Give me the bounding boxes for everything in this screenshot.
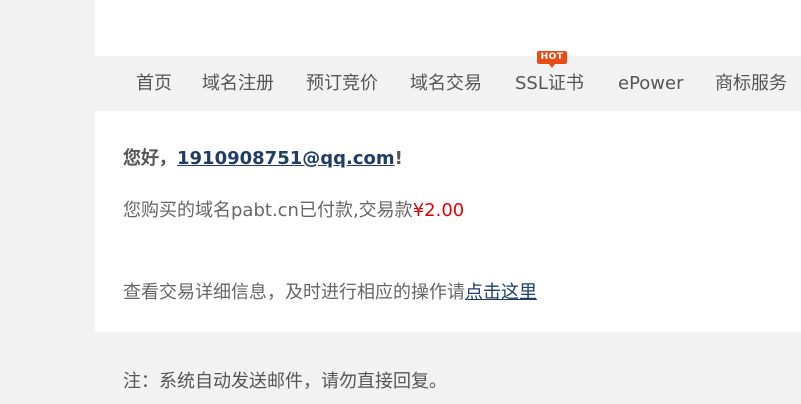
- nav-item-reservation-bidding[interactable]: 预订竞价: [306, 73, 378, 95]
- auto-email-note: 注：系统自动发送邮件，请勿直接回复。: [123, 371, 447, 392]
- nav-item-domain-trade[interactable]: 域名交易: [410, 73, 482, 95]
- nav-item-epower[interactable]: ePower: [618, 73, 684, 95]
- left-margin: [0, 0, 95, 404]
- header-panel: [95, 0, 801, 56]
- nav-item-ssl[interactable]: SSL证书: [515, 73, 584, 95]
- greeting-line: 您好，1910908751@qq.com!: [123, 144, 403, 170]
- email-content: 您好，1910908751@qq.com! 您购买的域名pabt.cn已付款,交…: [95, 111, 801, 332]
- hot-badge: HOT: [537, 51, 567, 68]
- purchase-text: 您购买的域名pabt.cn已付款,交易款: [123, 200, 413, 221]
- purchase-line: 您购买的域名pabt.cn已付款,交易款¥2.00: [123, 196, 464, 222]
- nav-item-trademark[interactable]: 商标服务: [715, 73, 787, 95]
- nav-item-home[interactable]: 首页: [136, 73, 172, 95]
- details-text: 查看交易详细信息，及时进行相应的操作请: [123, 282, 465, 303]
- main-nav: 首页 域名注册 预订竞价 域名交易 SSL证书 ePower 商标服务 HOT: [95, 51, 801, 111]
- account-link[interactable]: 1910908751@qq.com: [177, 148, 395, 169]
- greeting-prefix: 您好，: [123, 148, 177, 169]
- details-line: 查看交易详细信息，及时进行相应的操作请点击这里: [123, 278, 537, 304]
- price-value: ¥2.00: [412, 200, 465, 221]
- nav-item-domain-register[interactable]: 域名注册: [202, 73, 274, 95]
- click-here-link[interactable]: 点击这里: [465, 282, 537, 303]
- greeting-suffix: !: [394, 148, 403, 169]
- email-page: 首页 域名注册 预订竞价 域名交易 SSL证书 ePower 商标服务 HOT …: [0, 0, 801, 404]
